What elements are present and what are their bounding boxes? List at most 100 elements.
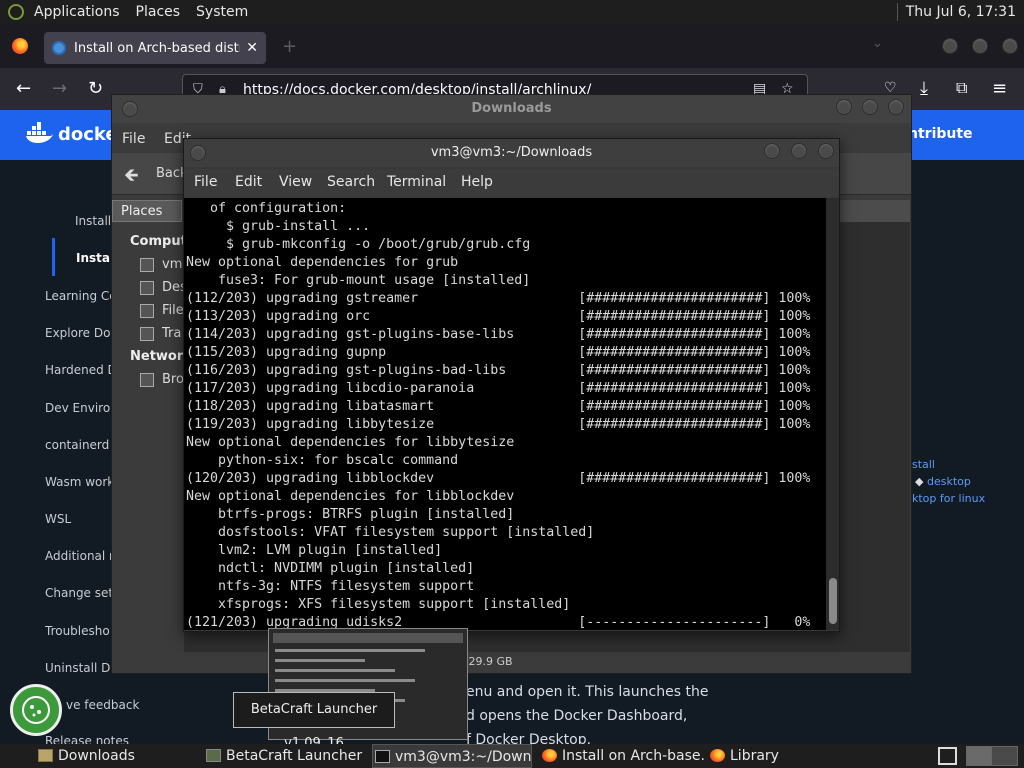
- nav-item-dev-environments[interactable]: Dev Environ: [45, 401, 118, 415]
- browser-tab[interactable]: Install on Arch-based distrib ✕: [44, 32, 266, 64]
- fm-menu-button[interactable]: [122, 101, 138, 117]
- fm-close-button[interactable]: [888, 99, 904, 115]
- workspace-switcher[interactable]: [966, 746, 1018, 766]
- close-button[interactable]: [1002, 38, 1018, 54]
- toc-link-install[interactable]: stall: [912, 456, 985, 473]
- terminal-menu-file[interactable]: File: [194, 174, 217, 190]
- nav-item-release-notes[interactable]: Release notes: [45, 734, 129, 744]
- firefox-view-icon[interactable]: [12, 38, 28, 54]
- terminal-menu-search[interactable]: Search: [327, 174, 375, 190]
- app-menu-icon[interactable]: ≡: [992, 78, 1007, 99]
- firefox-icon: [710, 749, 725, 762]
- fm-minimize-button[interactable]: [836, 99, 852, 115]
- fm-maximize-button[interactable]: [862, 99, 878, 115]
- nav-item-give-feedback[interactable]: ve feedback: [66, 698, 139, 712]
- terminal-menu-help[interactable]: Help: [461, 174, 493, 190]
- forward-arrow-icon[interactable]: →: [52, 78, 67, 99]
- fm-place-filesystem[interactable]: File: [162, 303, 184, 318]
- tab-bar: Install on Arch-based distrib ✕ + ⌄: [0, 24, 1024, 68]
- bottom-taskbar: Downloads BetaCraft Launcher ... vm3@vm3…: [0, 744, 1024, 768]
- desktop-folder-icon: [140, 281, 154, 295]
- terminal-line: New optional dependencies for libbytesiz…: [186, 435, 515, 450]
- contribute-link[interactable]: ntribute: [908, 126, 973, 142]
- top-panel: Applications Places System Thu Jul 6, 17…: [0, 0, 1024, 24]
- terminal-window: vm3@vm3:~/Downloads File Edit View Searc…: [183, 138, 840, 632]
- fm-sidebar-header: Places: [121, 204, 163, 219]
- workspace-2[interactable]: [993, 747, 1018, 765]
- terminal-titlebar[interactable]: vm3@vm3:~/Downloads: [184, 139, 839, 167]
- fm-place-home[interactable]: vm: [162, 257, 182, 272]
- maximize-button[interactable]: [972, 38, 988, 54]
- home-folder-icon: [140, 258, 154, 272]
- terminal-minimize-button[interactable]: [764, 143, 780, 159]
- toc-link-desktop-linux[interactable]: ktop for linux: [912, 490, 985, 507]
- nav-item-wsl[interactable]: WSL: [45, 512, 71, 526]
- extensions-icon[interactable]: ⧉: [956, 78, 967, 98]
- workspace-1[interactable]: [967, 747, 992, 765]
- fm-titlebar[interactable]: Downloads: [112, 95, 911, 123]
- terminal-line: (116/203) upgrading gst-plugins-bad-libs…: [186, 363, 811, 378]
- terminal-line: (114/203) upgrading gst-plugins-base-lib…: [186, 327, 811, 342]
- terminal-close-button[interactable]: [818, 143, 834, 159]
- preview-text-line: [275, 659, 365, 662]
- terminal-line: $ grub-mkconfig -o /boot/grub/grub.cfg: [186, 237, 531, 252]
- nav-item-additional-resources[interactable]: Additional re: [45, 549, 121, 563]
- distro-logo-icon[interactable]: [8, 4, 24, 20]
- toc-link-desktop[interactable]: desktop: [927, 475, 971, 488]
- reload-icon[interactable]: ↻: [88, 78, 103, 99]
- terminal-output[interactable]: of configuration: $ grub-install ... $ g…: [184, 198, 826, 630]
- terminal-scrollbar[interactable]: [826, 198, 839, 630]
- preview-text-line: [275, 679, 415, 682]
- terminal-line: ntfs-3g: NTFS filesystem support: [186, 579, 475, 594]
- trash-icon: [140, 327, 154, 341]
- nav-item-troubleshoot[interactable]: Troublesho: [45, 624, 110, 638]
- show-desktop-icon[interactable]: [938, 747, 957, 765]
- fm-place-browse-network[interactable]: Bro: [162, 372, 184, 387]
- task-downloads[interactable]: Downloads: [36, 744, 196, 768]
- terminal-scrollbar-thumb[interactable]: [829, 578, 837, 624]
- tab-title: Install on Arch-based distrib: [74, 40, 241, 56]
- fm-sidebar-selector[interactable]: Places: [112, 200, 182, 222]
- nav-item-wasm[interactable]: Wasm workl: [45, 475, 118, 489]
- preview-toolbar: [273, 633, 463, 643]
- task-firefox-install[interactable]: Install on Arch-base...: [540, 744, 704, 768]
- places-menu[interactable]: Places: [128, 0, 189, 24]
- terminal-menu-terminal[interactable]: Terminal: [387, 174, 446, 190]
- terminal-line: (119/203) upgrading libbytesize [#######…: [186, 417, 811, 432]
- nav-item-containerd[interactable]: containerd i: [45, 438, 116, 452]
- fm-menu-file[interactable]: File: [122, 131, 145, 147]
- fm-place-trash[interactable]: Tra: [162, 326, 181, 341]
- system-menu[interactable]: System: [188, 0, 256, 24]
- content-line: enu and open it. This launches the: [466, 684, 709, 700]
- task-terminal[interactable]: vm3@vm3:~/Downl...: [372, 744, 532, 768]
- back-arrow-icon[interactable]: ←: [16, 78, 31, 99]
- new-tab-icon[interactable]: +: [282, 36, 297, 57]
- minimize-button[interactable]: [942, 38, 958, 54]
- task-betacraft[interactable]: BetaCraft Launcher ...: [204, 744, 364, 768]
- applications-menu[interactable]: Applications: [26, 0, 128, 24]
- tab-close-icon[interactable]: ✕: [246, 40, 258, 56]
- terminal-menu-view[interactable]: View: [279, 174, 312, 190]
- docs-sidebar: Install Install Learning Cen Explore Doc…: [0, 160, 139, 744]
- terminal-line: btrfs-progs: BTRFS plugin [installed]: [186, 507, 515, 522]
- task-firefox-library[interactable]: Library: [708, 744, 868, 768]
- terminal-line: xfsprogs: XFS filesystem support [instal…: [186, 597, 571, 612]
- cookie-settings-icon[interactable]: [10, 684, 62, 736]
- terminal-line: New optional dependencies for libblockde…: [186, 489, 515, 504]
- active-nav-indicator: [52, 238, 55, 276]
- fm-back-icon[interactable]: 🡸: [124, 163, 139, 193]
- terminal-menu-edit[interactable]: Edit: [235, 174, 262, 190]
- list-tabs-icon[interactable]: ⌄: [872, 36, 883, 51]
- nav-item-change-settings[interactable]: Change setti: [45, 586, 121, 600]
- nav-item-install-parent[interactable]: Install: [75, 214, 111, 228]
- downloads-icon[interactable]: ⤓: [920, 78, 928, 99]
- terminal-line: (117/203) upgrading libcdio-paranoia [##…: [186, 381, 811, 396]
- folder-icon: [38, 749, 53, 762]
- terminal-menu-button[interactable]: [190, 145, 206, 161]
- task-label: vm3@vm3:~/Downl...: [395, 749, 532, 765]
- clock[interactable]: Thu Jul 6, 17:31: [898, 4, 1024, 20]
- article-content: enu and open it. This launches the d ope…: [436, 680, 708, 752]
- app-icon: [206, 749, 221, 762]
- terminal-title: vm3@vm3:~/Downloads: [430, 145, 593, 160]
- terminal-maximize-button[interactable]: [791, 143, 807, 159]
